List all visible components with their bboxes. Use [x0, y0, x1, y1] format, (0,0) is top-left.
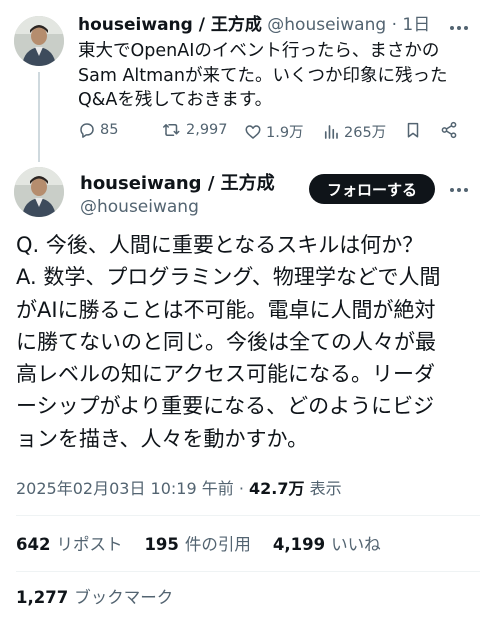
main-tweet-text: Q. 今後、人間に重要となるスキルは何か？ A. 数学、プログラミング、物理学な… — [16, 229, 474, 455]
bookmarks-stat[interactable]: 1,277 ブックマーク — [16, 587, 173, 609]
divider — [16, 515, 480, 516]
views-icon — [324, 124, 338, 139]
quotes-count: 195 — [144, 535, 179, 554]
more-icon[interactable] — [446, 18, 472, 38]
share-button[interactable] — [440, 121, 458, 139]
repost-count: 2,997 — [186, 122, 228, 138]
reposts-count: 642 — [16, 535, 51, 554]
reply-button[interactable]: 85 — [78, 121, 118, 139]
main-avatar[interactable] — [14, 167, 64, 217]
tweet-line: 高レベルの知にアクセス可能になる。リーダ — [16, 362, 435, 387]
thread-line — [38, 72, 40, 162]
post-time[interactable]: 1日 — [402, 15, 430, 35]
views-button[interactable]: 265万 — [322, 121, 386, 142]
bookmarks-count: 1,277 — [16, 588, 69, 607]
likes-label: いいね — [331, 535, 381, 554]
views-count: 265万 — [344, 125, 387, 141]
reply-tweet-text: 東大でOpenAIのイベント行ったら、まさかのSam Altmanが来てた。いく… — [78, 41, 448, 110]
handle[interactable]: @houseiwang — [267, 15, 386, 35]
tweet-line: に勝てないのと同じ。今後は全ての人々が最 — [16, 329, 436, 354]
views-label: 表示 — [309, 479, 342, 498]
avatar-photo — [14, 16, 64, 66]
reposts-stat[interactable]: 642 リポスト — [16, 534, 122, 556]
reply-count: 85 — [100, 122, 119, 138]
tweet-line: ョンを描き、人々を動かすか。 — [16, 426, 309, 451]
tweet-line: A. 数学、プログラミング、物理学などで人間 — [16, 265, 441, 290]
repost-button[interactable]: 2,997 — [162, 121, 228, 139]
tweet-line: Q. 今後、人間に重要となるスキルは何か？ — [16, 233, 424, 257]
display-name[interactable]: houseiwang / 王方成 — [78, 15, 262, 35]
avatar-photo — [14, 167, 64, 217]
reposts-label: リポスト — [56, 535, 123, 554]
likes-stat[interactable]: 4,199 いいね — [273, 534, 381, 556]
quotes-label: 件の引用 — [184, 535, 251, 554]
main-handle[interactable]: @houseiwang — [80, 196, 199, 218]
main-display-name[interactable]: houseiwang / 王方成 — [80, 172, 275, 196]
views-count: 42.7万 — [249, 479, 305, 498]
reply-tweet-actions: 85 2,997 1.9万 265万 — [78, 121, 462, 143]
share-icon — [441, 121, 457, 139]
tweet-line: ーシップがより重要になる、どのようにビジ — [16, 394, 435, 419]
like-button[interactable]: 1.9万 — [244, 121, 304, 142]
bookmark-button[interactable] — [404, 121, 422, 139]
like-count: 1.9万 — [266, 125, 304, 141]
tweet-meta: 2025年02月03日 10:19 午前 · 42.7万 表示 — [16, 478, 342, 500]
avatar[interactable] — [14, 16, 64, 66]
bookmarks-label: ブックマーク — [74, 588, 174, 607]
divider — [16, 571, 480, 572]
like-icon — [245, 124, 261, 139]
reply-icon — [80, 123, 94, 138]
follow-button[interactable]: フォローする — [309, 174, 435, 204]
separator: · — [238, 479, 244, 498]
more-icon[interactable] — [446, 180, 472, 200]
engagement-stats: 642 リポスト 195 件の引用 4,199 いいね — [16, 534, 381, 556]
tweet-line: がAIに勝ることは不可能。電卓に人間が絶対 — [16, 297, 436, 322]
reply-tweet-header: houseiwang / 王方成 @houseiwang · 1日 — [78, 14, 430, 36]
repost-icon — [163, 124, 180, 136]
separator: · — [391, 15, 397, 35]
quotes-stat[interactable]: 195 件の引用 — [144, 534, 250, 556]
timestamp[interactable]: 2025年02月03日 10:19 午前 — [16, 479, 234, 498]
bookmark-icon — [407, 122, 419, 138]
likes-count: 4,199 — [272, 535, 326, 554]
